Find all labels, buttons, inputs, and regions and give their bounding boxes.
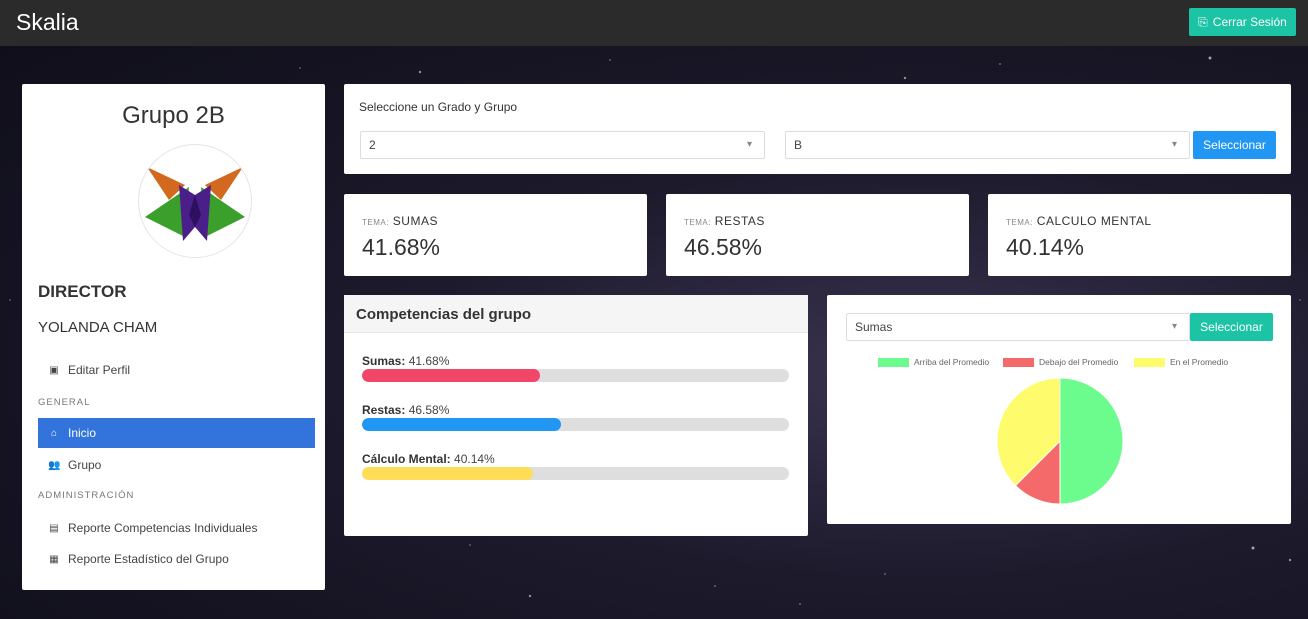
progress-fill	[362, 369, 540, 382]
users-icon: 👥	[48, 459, 61, 471]
progress-bar-restas	[362, 418, 789, 431]
group-select[interactable]: B ▾	[785, 131, 1190, 159]
top-navbar: Skalia ⎘ Cerrar Sesión	[0, 0, 1308, 46]
progress-bar-calculo-mental	[362, 467, 789, 480]
stat-card-sumas: TEMA: SUMAS 41.68%	[344, 194, 647, 276]
group-title: Grupo 2B	[122, 102, 225, 129]
sidebar-item-label: Reporte Estadístico del Grupo	[68, 552, 229, 566]
home-icon: ⌂	[50, 427, 58, 439]
menu-section-general: GENERAL	[38, 397, 91, 408]
user-role: DIRECTOR	[38, 282, 127, 301]
selector-label: Seleccione un Grado y Grupo	[359, 100, 518, 114]
pie-slice-arriba-del-promedio[interactable]	[1059, 377, 1124, 505]
competencias-card: Competencias del grupo Sumas: 41.68% Res…	[344, 295, 808, 536]
progress-label-restas: Restas: 46.58%	[362, 403, 450, 417]
logout-icon: ⎘	[1198, 14, 1208, 29]
stat-value: 40.14%	[1006, 234, 1085, 260]
logout-label: Cerrar Sesión	[1212, 15, 1287, 29]
topic-select-value: Sumas	[855, 320, 893, 334]
chevron-down-icon: ▾	[1171, 139, 1177, 150]
brand-title[interactable]: Skalia	[16, 9, 79, 36]
competencias-header: Competencias del grupo	[344, 295, 808, 333]
progress-bar-sumas	[362, 369, 789, 382]
stat-topic: TEMA: RESTAS	[684, 214, 765, 228]
topic-select[interactable]: Sumas ▾	[846, 313, 1190, 341]
progress-label-sumas: Sumas: 41.68%	[362, 354, 450, 368]
stat-card-restas: TEMA: RESTAS 46.58%	[666, 194, 969, 276]
grade-group-selector-card: Seleccione un Grado y Grupo	[344, 84, 1291, 174]
edit-profile-link[interactable]: ▣ Editar Perfil	[38, 355, 315, 385]
chevron-down-icon: ▾	[1171, 321, 1177, 332]
sidebar-item-label: Inicio	[68, 426, 97, 440]
progress-fill	[362, 418, 561, 431]
chevron-down-icon: ▾	[746, 139, 752, 150]
grade-select[interactable]: 2 ▾	[360, 131, 765, 159]
sidebar-item-reporte-estadistico[interactable]: ▦ Reporte Estadístico del Grupo	[38, 544, 315, 574]
id-card-icon: ▣	[49, 364, 59, 376]
grade-select-value: 2	[369, 138, 376, 152]
stat-value: 46.58%	[684, 234, 763, 260]
stat-card-calculo-mental: TEMA: CALCULO MENTAL 40.14%	[988, 194, 1291, 276]
sidebar-item-reporte-competencias[interactable]: ▤ Reporte Competencias Individuales	[38, 513, 315, 543]
stat-topic: TEMA: SUMAS	[362, 214, 438, 228]
menu-section-admin: ADMINISTRACIÓN	[38, 490, 135, 501]
group-logo	[138, 144, 252, 258]
report-icon: ▤	[49, 522, 59, 534]
sidebar-item-label: Grupo	[68, 458, 102, 472]
group-select-value: B	[794, 138, 803, 152]
progress-fill	[362, 467, 534, 480]
competencias-title: Competencias del grupo	[356, 306, 532, 323]
stat-topic: TEMA: CALCULO MENTAL	[1006, 214, 1152, 228]
edit-profile-label: Editar Perfil	[68, 363, 131, 377]
profile-sidebar: Grupo 2B DIRECTOR YOLANDA CHAM ▣ Editar …	[22, 84, 325, 590]
sidebar-item-grupo[interactable]: 👥 Grupo	[38, 450, 315, 480]
sidebar-item-inicio[interactable]: ⌂ Inicio	[38, 418, 315, 448]
user-name: YOLANDA CHAM	[38, 319, 158, 336]
chart-icon: ▦	[49, 553, 59, 565]
sidebar-item-label: Reporte Competencias Individuales	[68, 521, 258, 535]
select-topic-button[interactable]: Seleccionar	[1190, 313, 1273, 341]
progress-label-calculo-mental: Cálculo Mental: 40.14%	[362, 452, 495, 466]
select-grade-group-button[interactable]: Seleccionar	[1193, 131, 1276, 159]
logout-button[interactable]: ⎘ Cerrar Sesión	[1189, 8, 1296, 36]
stat-value: 41.68%	[362, 234, 441, 260]
